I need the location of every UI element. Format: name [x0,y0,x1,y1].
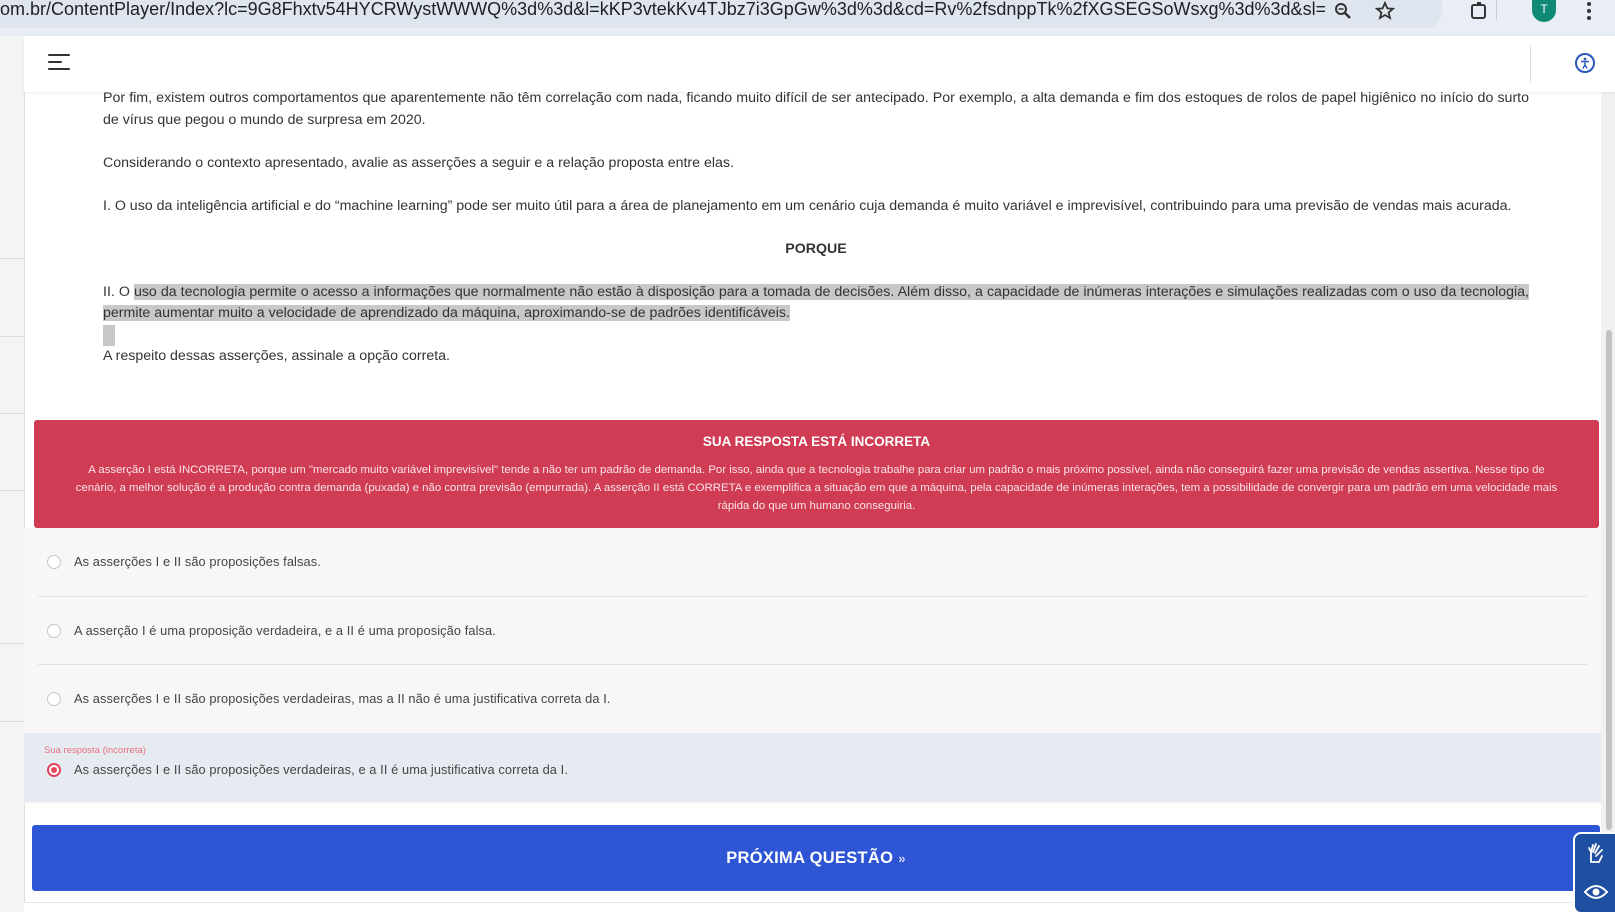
feedback-text: A asserção I está INCORRETA, porque um "… [75,464,1558,512]
more-icon[interactable] [1576,0,1602,22]
answer-option[interactable]: A asserção I é uma proposição verdadeira… [24,597,1601,665]
answer-option-label: As asserções I e II são proposições verd… [74,691,611,706]
your-answer-note: Sua resposta (incorreta) [44,745,146,756]
answer-options: As asserções I e II são proposições fals… [24,528,1601,804]
left-panel-strip [0,36,25,912]
answer-option-label: As asserções I e II são proposições verd… [74,762,568,777]
star-icon[interactable] [1372,0,1398,22]
radio-button[interactable] [47,624,61,638]
porque-label: PORQUE [785,240,847,257]
hamburger-menu-icon[interactable] [48,54,70,74]
feedback-title: SUA RESPOSTA ESTÁ INCORRETA [702,434,931,449]
accessibility-icon[interactable] [1575,53,1595,73]
next-question-label: PRÓXIMA QUESTÃO [726,848,894,867]
radio-button[interactable] [47,555,61,569]
strip-divider [0,336,24,337]
selected-text: uso da tecnologia permite o acesso a inf… [103,283,1529,321]
sign-language-icon[interactable] [1573,832,1615,874]
profile-avatar[interactable]: T [1532,0,1556,22]
answer-option-label: As asserções I e II são proposições fals… [74,554,321,569]
header-divider [1530,46,1531,82]
next-question-button[interactable]: PRÓXIMA QUESTÃO » [32,825,1600,891]
bottom-divider [24,902,1573,913]
strip-divider [0,721,24,722]
answer-option[interactable]: As asserções I e II são proposições fals… [24,528,1601,597]
browser-toolbar: om.br/ContentPlayer/Index?lc=9G8Fhxtv54H… [0,0,1615,36]
assertion-2: II. O uso da tecnologia permite o acesso… [103,282,1529,347]
double-chevron-right-icon: » [898,850,906,866]
url-text[interactable]: om.br/ContentPlayer/Index?lc=9G8Fhxtv54H… [0,0,1325,22]
radio-button[interactable] [47,692,61,706]
assertion-2-prefix: II. O [103,283,134,300]
question-prompt: A respeito dessas asserções, assinale a … [103,348,450,364]
assertion-1: I. O uso da inteligência artificial e do… [103,197,1512,214]
answer-option-label: A asserção I é uma proposição verdadeira… [74,623,496,638]
selection-tail [103,324,115,346]
eye-icon[interactable] [1573,872,1615,914]
answer-option-selected[interactable]: Sua resposta (incorreta) As asserções I … [24,733,1601,802]
incorrect-feedback-box: SUA RESPOSTA ESTÁ INCORRETA A asserção I… [34,420,1599,528]
address-bar[interactable]: om.br/ContentPlayer/Index?lc=9G8Fhxtv54H… [0,0,1442,28]
extensions-icon[interactable] [1466,0,1492,22]
answer-option[interactable]: As asserções I e II são proposições verd… [24,665,1601,733]
scrollbar-thumb[interactable] [1606,330,1612,830]
strip-divider [0,413,24,414]
zoom-icon[interactable] [1330,0,1356,22]
player-header [24,36,1615,92]
radio-button-selected[interactable] [47,763,61,777]
question-body: Por fim, existem outros comportamentos q… [103,88,1529,368]
strip-divider [0,490,24,491]
strip-divider [0,643,24,644]
question-paragraph: Por fim, existem outros comportamentos q… [103,90,1529,128]
question-paragraph: Considerando o contexto apresentado, ava… [103,154,734,171]
toolbar-divider [1496,0,1497,20]
strip-divider [0,258,24,259]
